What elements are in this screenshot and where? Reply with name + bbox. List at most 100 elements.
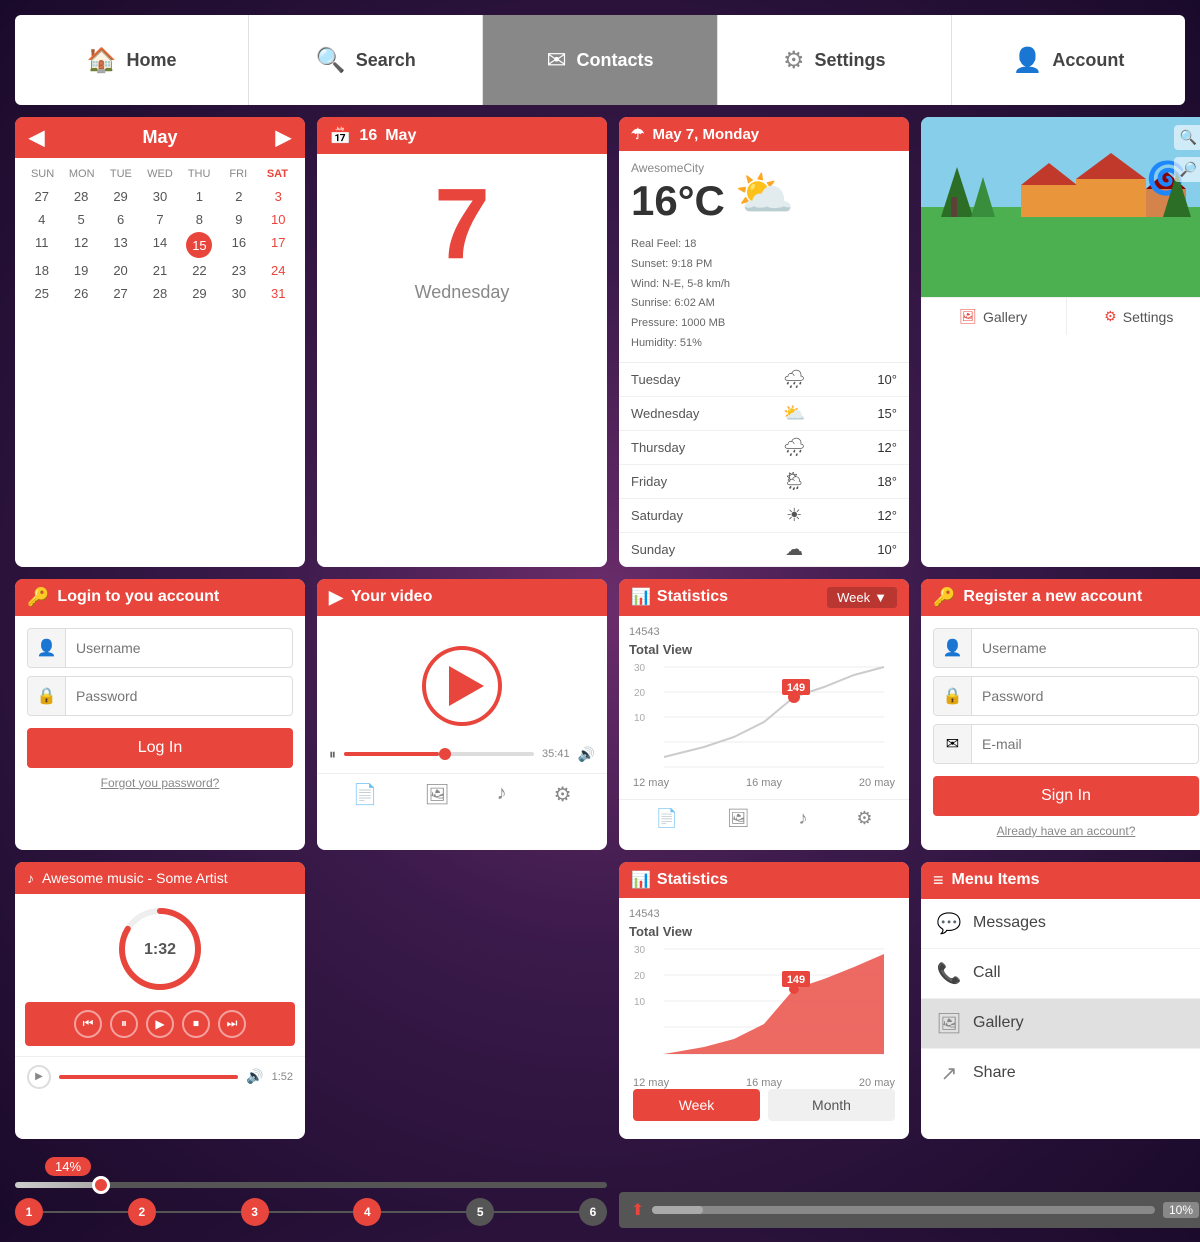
forecast-tuesday: Tuesday 🌧 10° xyxy=(619,363,909,397)
week-button[interactable]: Week xyxy=(633,1089,760,1121)
password-input[interactable] xyxy=(66,680,292,712)
chart-dates: 12 may 16 may 20 may xyxy=(629,777,899,789)
reg-username-input[interactable] xyxy=(972,632,1198,664)
progress-widget: ⬆ 10% xyxy=(619,1192,1200,1228)
menu-call-label: Call xyxy=(973,964,1001,982)
signin-button[interactable]: Sign In xyxy=(933,776,1199,816)
step-circle-4[interactable]: 4 xyxy=(353,1198,381,1226)
video-title: Your video xyxy=(351,588,433,606)
username-input[interactable] xyxy=(66,632,292,664)
login-header: 🔑 Login to you account xyxy=(15,579,305,616)
forgot-link[interactable]: Forgot you password? xyxy=(27,776,293,790)
menu-item-messages[interactable]: 💬 Messages xyxy=(921,899,1200,949)
stats-week-button[interactable]: Week ▼ xyxy=(827,587,897,608)
video-icons-row: 📄 🖼 ♪ ⚙ xyxy=(317,773,607,817)
reg-username-row: 👤 xyxy=(933,628,1199,668)
cal-prev-btn[interactable]: ◀ xyxy=(29,125,44,150)
login-button[interactable]: Log In xyxy=(27,728,293,768)
stats-doc-icon[interactable]: 📄 xyxy=(655,808,677,829)
menu-item-share[interactable]: ↗ Share xyxy=(921,1049,1200,1098)
video-doc-icon[interactable]: 📄 xyxy=(352,782,377,807)
reg-email-input[interactable] xyxy=(972,728,1198,760)
video-widget: ▶ Your video ⏸ 35:41 🔊 📄 🖼 ♪ ⚙ xyxy=(317,579,607,850)
stats-music-icon[interactable]: ♪ xyxy=(799,808,808,829)
music-progress-bar[interactable] xyxy=(59,1075,238,1079)
volume-icon[interactable]: 🔊 xyxy=(578,746,595,763)
month-button[interactable]: Month xyxy=(768,1089,895,1121)
pause-btn[interactable]: ⏸ xyxy=(110,1010,138,1038)
weather-main: AwesomeCity 16°C ⛅ xyxy=(619,151,909,235)
calendar-month: May xyxy=(142,127,177,148)
gallery-btn[interactable]: 🖼 Gallery xyxy=(921,298,1067,335)
step-circle-6[interactable]: 6 xyxy=(579,1198,607,1226)
reg-password-input[interactable] xyxy=(972,680,1198,712)
password-row: 🔒 xyxy=(27,676,293,716)
slider-thumb[interactable] xyxy=(92,1176,110,1194)
weather-title: May 7, Monday xyxy=(652,126,759,143)
nav-account[interactable]: 👤 Account xyxy=(952,15,1185,105)
forecast-wednesday: Wednesday ⛅ 15° xyxy=(619,397,909,431)
reg-email-row: ✉ xyxy=(933,724,1199,764)
video-music-icon[interactable]: ♪ xyxy=(497,782,507,807)
scene-search-icon[interactable]: 🔍 xyxy=(1174,125,1200,150)
weather-header: ☂ May 7, Monday xyxy=(619,117,909,151)
date-header: 📅 16 May xyxy=(317,117,607,154)
stop-btn[interactable]: ⏹ xyxy=(182,1010,210,1038)
step-line-4 xyxy=(381,1211,466,1213)
scene-search2-icon[interactable]: 🔎 xyxy=(1174,157,1200,182)
svg-text:10: 10 xyxy=(634,713,646,724)
step-line-3 xyxy=(269,1211,354,1213)
nav-search[interactable]: 🔍 Search xyxy=(249,15,483,105)
weather-pressure: Pressure: 1000 MB xyxy=(631,314,897,334)
date-day-name: Wednesday xyxy=(415,282,510,303)
reg-password-row: 🔒 xyxy=(933,676,1199,716)
nav-home[interactable]: 🏠 Home xyxy=(15,15,249,105)
play-btn[interactable]: ▶ xyxy=(146,1010,174,1038)
stats-gear-icon[interactable]: ⚙ xyxy=(856,808,872,829)
calendar-widget: ◀ May ▶ SUN MON TUE WED THU FRI SAT 2728… xyxy=(15,117,305,567)
slider-track[interactable] xyxy=(15,1182,607,1188)
stats2-chart-icon: 📊 xyxy=(631,870,651,890)
step-circle-2[interactable]: 2 xyxy=(128,1198,156,1226)
prev-track-btn[interactable]: ⏮ xyxy=(74,1010,102,1038)
menu-items-list: 💬 Messages 📞 Call 🖼 Gallery ↗ Share xyxy=(921,899,1200,1098)
weather-icon: ☂ xyxy=(631,125,644,143)
video-pause-btn[interactable]: ⏸ xyxy=(329,746,336,763)
cal-next-btn[interactable]: ▶ xyxy=(276,125,291,150)
music-controls: ⏮ ⏸ ▶ ⏹ ⏭ xyxy=(25,1002,295,1046)
step-circle-5[interactable]: 5 xyxy=(466,1198,494,1226)
settings-btn[interactable]: ⚙ Settings xyxy=(1067,298,1200,335)
register-widget: 🔑 Register a new account 👤 🔒 ✉ Sign In A… xyxy=(921,579,1200,850)
step-circle-1[interactable]: 1 xyxy=(15,1198,43,1226)
stats2-title: 📊 Statistics xyxy=(631,870,728,890)
nav-settings[interactable]: ⚙ Settings xyxy=(718,15,952,105)
progress-area: ⬆ 10% xyxy=(619,1151,1200,1232)
video-image-icon[interactable]: 🖼 xyxy=(424,782,449,807)
forecast-thursday: Thursday 🌧 12° xyxy=(619,431,909,465)
video-play-button[interactable] xyxy=(422,646,502,726)
reg-email-icon: ✉ xyxy=(934,725,972,763)
music-header: ♪ Awesome music - Some Artist xyxy=(15,862,305,894)
menu-item-call[interactable]: 📞 Call xyxy=(921,949,1200,999)
next-track-btn[interactable]: ⏭ xyxy=(218,1010,246,1038)
video-seekbar[interactable] xyxy=(344,752,534,756)
calendar-days: 27282930123 45678910 11121314151617 1819… xyxy=(23,186,297,304)
already-account-link[interactable]: Already have an account? xyxy=(933,824,1199,838)
menu-share-label: Share xyxy=(973,1064,1016,1082)
settings-label: Settings xyxy=(1123,309,1174,325)
menu-item-gallery[interactable]: 🖼 Gallery xyxy=(921,999,1200,1049)
music-play-sm-btn[interactable]: ▶ xyxy=(27,1065,51,1089)
stats-title: 📊 Statistics xyxy=(631,587,728,607)
video-gear-icon[interactable]: ⚙ xyxy=(554,782,572,807)
step-circle-3[interactable]: 3 xyxy=(241,1198,269,1226)
messages-icon: 💬 xyxy=(935,911,963,936)
step-2: 2 xyxy=(128,1198,156,1226)
nav-contacts[interactable]: ✉ Contacts xyxy=(483,15,717,105)
login-widget: 🔑 Login to you account 👤 🔒 Log In Forgot… xyxy=(15,579,305,850)
stats-image-icon[interactable]: 🖼 xyxy=(727,808,750,829)
svg-text:1:32: 1:32 xyxy=(144,941,176,958)
progress-percent: 10% xyxy=(1163,1202,1199,1218)
music-vol-icon[interactable]: 🔊 xyxy=(246,1068,263,1085)
stats2-chart-dates: 12 may 16 may 20 may xyxy=(629,1077,899,1089)
video-progress-fill xyxy=(344,752,439,756)
